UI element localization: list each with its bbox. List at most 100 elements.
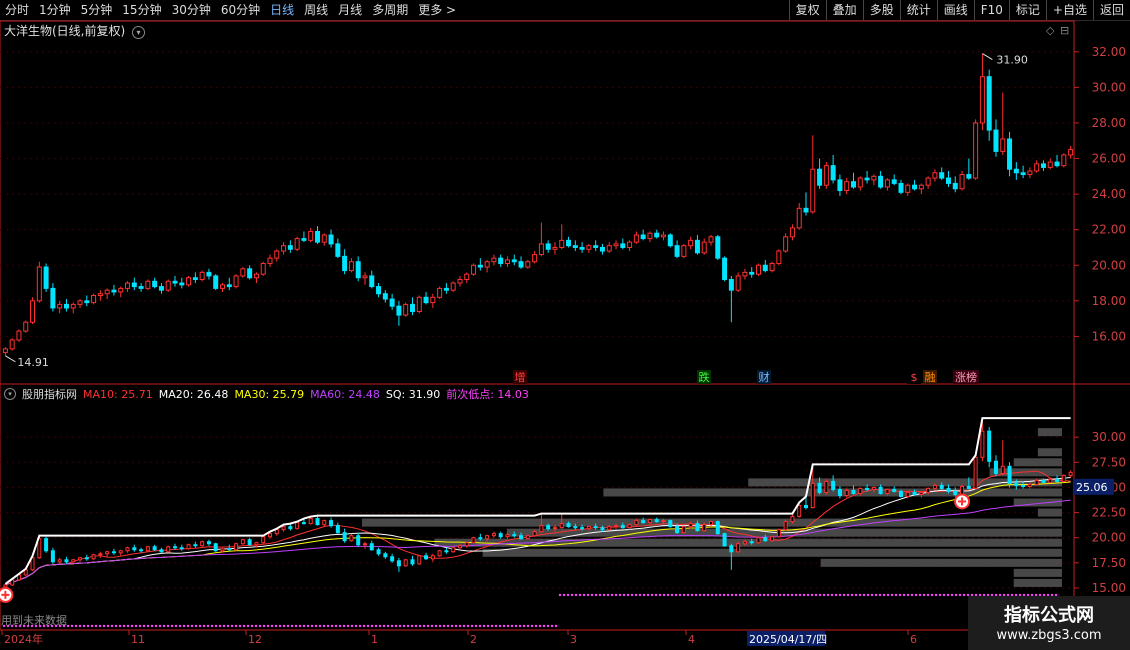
kline-chart[interactable]: 32.00 30.00 28.00 26.00 24.00 22.00 20.00 18.00… xyxy=(0,0,1130,650)
ind-candle xyxy=(213,543,218,552)
ind-candle xyxy=(288,526,293,530)
prev-low-dot xyxy=(262,624,266,628)
prev-low-dot xyxy=(422,624,426,628)
prev-low-dot xyxy=(722,593,726,597)
main-candle xyxy=(308,230,314,241)
ind-price-label: 22.50 xyxy=(1092,506,1126,520)
ind-candle xyxy=(600,527,605,531)
ind-candle xyxy=(44,538,49,552)
ind-candle xyxy=(335,525,340,534)
ind-candle xyxy=(3,584,8,588)
legend-item-4: SQ: 31.90 xyxy=(385,387,441,401)
prev-low-dot xyxy=(822,593,826,597)
prev-low-dot xyxy=(754,593,758,597)
ind-candle xyxy=(749,541,754,544)
prev-low-dot xyxy=(322,624,326,628)
prev-low-dot xyxy=(338,624,342,628)
prev-low-dot xyxy=(662,593,666,597)
prev-low-dot xyxy=(594,593,598,597)
main-candle xyxy=(118,287,124,293)
main-candle xyxy=(314,230,320,243)
main-candle xyxy=(654,232,660,238)
main-candle xyxy=(518,261,524,268)
prev-low-dot xyxy=(958,593,962,597)
volume-profile-bar xyxy=(1013,568,1062,577)
main-candle xyxy=(898,182,904,193)
ind-price-label: 30.00 xyxy=(1092,430,1126,444)
main-candle xyxy=(274,250,280,259)
main-candle xyxy=(525,261,531,268)
ind-candle xyxy=(817,482,822,493)
ind-candle xyxy=(688,523,693,528)
high-label: 31.90 xyxy=(996,54,1027,67)
main-candle xyxy=(50,287,56,309)
ind-candle xyxy=(451,547,456,553)
main-candle xyxy=(939,172,945,179)
prev-low-dot xyxy=(98,624,102,628)
prev-low-dot xyxy=(838,593,842,597)
prev-low-dot xyxy=(398,624,402,628)
prev-low-dot xyxy=(586,593,590,597)
prev-low-dot xyxy=(950,593,954,597)
ind-candle xyxy=(810,482,815,509)
prev-low-dot xyxy=(538,624,542,628)
ind-candle xyxy=(715,521,720,535)
ind-candle xyxy=(837,488,842,496)
prev-low-dot xyxy=(730,593,734,597)
prev-low-dot xyxy=(830,593,834,597)
ind-candle xyxy=(329,520,334,527)
ind-candle xyxy=(539,525,544,533)
legend-item-0: MA10: 25.71 xyxy=(83,387,153,401)
ind-candle xyxy=(905,491,910,497)
prev-low-dot xyxy=(174,624,178,628)
prev-low-dot xyxy=(286,624,290,628)
ind-candle xyxy=(478,537,483,540)
main-candle xyxy=(1047,161,1053,168)
ind-candle xyxy=(525,535,530,540)
ind-candle xyxy=(247,539,252,546)
main-candle xyxy=(226,284,232,288)
main-candle xyxy=(423,296,429,304)
prev-low-dot xyxy=(354,624,358,628)
prev-low-dot xyxy=(446,624,450,628)
main-candle xyxy=(844,181,850,192)
settings-icon[interactable]: ▾ xyxy=(4,388,16,400)
main-candle xyxy=(152,280,158,288)
prev-low-dot xyxy=(362,624,366,628)
prev-low-dot xyxy=(118,624,122,628)
main-candle xyxy=(457,278,463,284)
prev-low-dot xyxy=(222,624,226,628)
prev-low-dot xyxy=(934,593,938,597)
main-candle xyxy=(694,239,700,254)
prev-low-dot xyxy=(478,624,482,628)
indicator-name[interactable]: 股朋指标网 xyxy=(22,386,77,402)
main-candle xyxy=(538,243,544,256)
prev-low-dot xyxy=(294,624,298,628)
ind-candle xyxy=(173,546,178,549)
main-candle xyxy=(891,179,897,184)
prev-low-dot xyxy=(146,624,150,628)
ind-candle xyxy=(953,490,958,495)
ind-candle xyxy=(98,553,103,556)
current-value-label: 25.06 xyxy=(1076,481,1108,494)
prev-low-dot xyxy=(122,624,126,628)
main-candle xyxy=(681,245,687,257)
prev-low-dot xyxy=(190,624,194,628)
time-label-5: 3 xyxy=(570,633,577,646)
main-candle xyxy=(138,286,144,289)
ind-candle xyxy=(1061,474,1066,482)
main-candle xyxy=(871,175,877,181)
prev-low-dot xyxy=(334,624,338,628)
chevron-down-icon[interactable]: ▾ xyxy=(132,26,146,39)
main-price-label: 18.00 xyxy=(1092,294,1126,308)
main-candle xyxy=(240,268,246,277)
main-pane-title[interactable]: 大洋生物(日线,前复权) ▾ xyxy=(4,22,146,39)
prev-low-dot xyxy=(202,624,206,628)
ind-candle xyxy=(919,491,924,495)
prev-low-dot xyxy=(546,624,550,628)
ind-candle xyxy=(593,526,598,529)
prev-low-dot xyxy=(642,593,646,597)
event-label-5: 涨榜 xyxy=(955,370,977,384)
prev-low-dot xyxy=(734,593,738,597)
main-candle xyxy=(884,179,890,188)
